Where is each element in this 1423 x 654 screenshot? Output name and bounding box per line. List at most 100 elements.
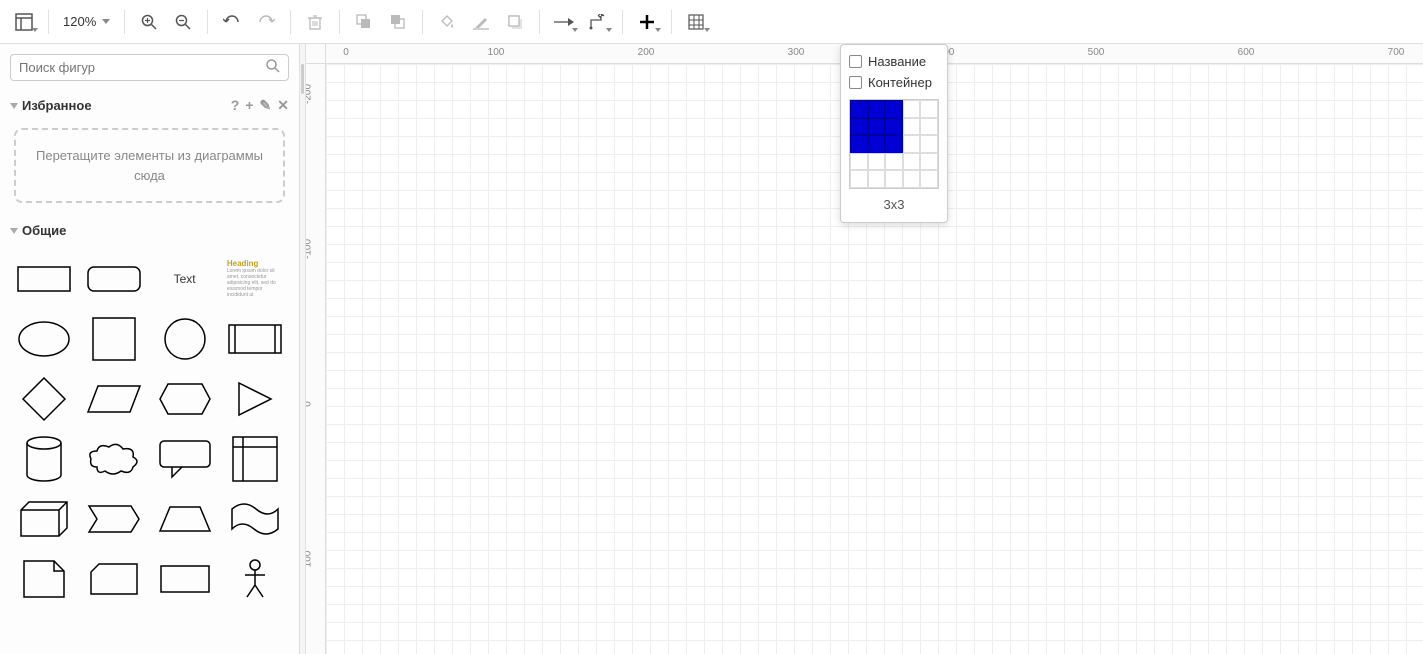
table-picker-cell[interactable] [885,135,903,153]
waypoints-button[interactable] [582,6,614,38]
table-picker-cell[interactable] [885,100,903,118]
shape-textbox[interactable]: HeadingLorem ipsum dolor sit amet, conse… [223,252,287,306]
shape-rectangle[interactable] [12,252,76,306]
table-size-label: 3x3 [849,197,939,212]
table-picker-cell[interactable] [920,100,938,118]
table-picker-cell[interactable] [885,153,903,171]
separator [339,10,340,34]
redo-button[interactable] [250,6,282,38]
table-picker-cell[interactable] [850,100,868,118]
table-picker-cell[interactable] [868,170,886,188]
separator [671,10,672,34]
table-picker-cell[interactable] [850,153,868,171]
favorites-dropzone[interactable]: Перетащите элементы из диаграммы сюда [14,128,285,203]
table-picker-cell[interactable] [903,135,921,153]
sidebar: Избранное ? + ✎ ✕ Перетащите элементы из… [0,44,300,654]
shape-rounded-rectangle[interactable] [82,252,146,306]
popup-title-option[interactable]: Название [849,51,939,72]
shape-square[interactable] [82,312,146,366]
table-picker-cell[interactable] [920,153,938,171]
shape-rect2[interactable] [153,552,217,606]
table-size-picker[interactable] [849,99,939,189]
to-front-button[interactable] [348,6,380,38]
view-button[interactable] [8,6,40,38]
popup-container-label: Контейнер [868,75,932,90]
table-picker-cell[interactable] [885,118,903,136]
ruler-tick: -200 [306,84,314,104]
search-input[interactable] [19,60,266,75]
table-picker-cell[interactable] [868,118,886,136]
shape-step[interactable] [82,492,146,546]
shape-tape[interactable] [223,492,287,546]
delete-button[interactable] [299,6,331,38]
zoom-label: 120% [63,14,96,29]
shape-hexagon[interactable] [153,372,217,426]
shape-process[interactable] [223,312,287,366]
favorites-header[interactable]: Избранное ? + ✎ ✕ [0,91,299,120]
shape-parallelogram[interactable] [82,372,146,426]
table-insert-popup: Название Контейнер 3x3 [840,44,948,223]
add-icon[interactable]: + [245,97,253,114]
shape-triangle[interactable] [223,372,287,426]
shape-cloud[interactable] [82,432,146,486]
line-color-button[interactable] [465,6,497,38]
popup-title-label: Название [868,54,926,69]
favorites-tools: ? + ✎ ✕ [231,97,289,114]
shadow-button[interactable] [499,6,531,38]
shape-trapezoid[interactable] [153,492,217,546]
undo-button[interactable] [216,6,248,38]
table-picker-cell[interactable] [903,153,921,171]
shape-cube[interactable] [12,492,76,546]
close-icon[interactable]: ✕ [277,97,289,114]
table-picker-cell[interactable] [868,100,886,118]
table-picker-cell[interactable] [903,170,921,188]
search-icon[interactable] [266,59,280,76]
separator [290,10,291,34]
shape-note[interactable] [12,552,76,606]
general-header[interactable]: Общие [0,217,299,244]
table-picker-cell[interactable] [850,118,868,136]
collapse-icon [10,228,18,234]
table-picker-cell[interactable] [850,170,868,188]
shape-text[interactable]: Text [153,252,217,306]
ruler-tick: 300 [788,47,805,58]
search-input-wrap[interactable] [10,54,289,81]
insert-button[interactable] [631,6,663,38]
zoom-dropdown[interactable]: 120% [57,6,116,38]
shape-actor[interactable] [223,552,287,606]
separator [622,10,623,34]
checkbox-icon [849,76,862,89]
to-back-button[interactable] [382,6,414,38]
caret-down-icon [572,28,578,32]
ruler-tick: 600 [1238,47,1255,58]
zoom-out-button[interactable] [167,6,199,38]
popup-container-option[interactable]: Контейнер [849,72,939,93]
table-button[interactable] [680,6,712,38]
caret-down-icon [606,28,612,32]
canvas[interactable]: 0100200300400500600700 -200-1000100 Назв… [306,44,1423,654]
table-picker-cell[interactable] [920,135,938,153]
table-picker-cell[interactable] [868,153,886,171]
ruler-vertical[interactable]: -200-1000100 [306,64,326,654]
zoom-in-button[interactable] [133,6,165,38]
shape-ellipse[interactable] [12,312,76,366]
fill-color-button[interactable] [431,6,463,38]
table-picker-cell[interactable] [920,170,938,188]
edit-icon[interactable]: ✎ [260,97,272,114]
help-icon[interactable]: ? [231,97,240,114]
table-picker-cell[interactable] [920,118,938,136]
shape-cylinder[interactable] [12,432,76,486]
shape-callout[interactable] [153,432,217,486]
shape-internal-storage[interactable] [223,432,287,486]
caret-down-icon [32,28,38,32]
table-picker-cell[interactable] [868,135,886,153]
shape-circle[interactable] [153,312,217,366]
shape-card[interactable] [82,552,146,606]
table-picker-cell[interactable] [903,118,921,136]
table-picker-cell[interactable] [850,135,868,153]
table-picker-cell[interactable] [885,170,903,188]
canvas-wrap: 0100200300400500600700 -200-1000100 Назв… [306,44,1423,654]
table-picker-cell[interactable] [903,100,921,118]
shape-diamond[interactable] [12,372,76,426]
connection-button[interactable] [548,6,580,38]
